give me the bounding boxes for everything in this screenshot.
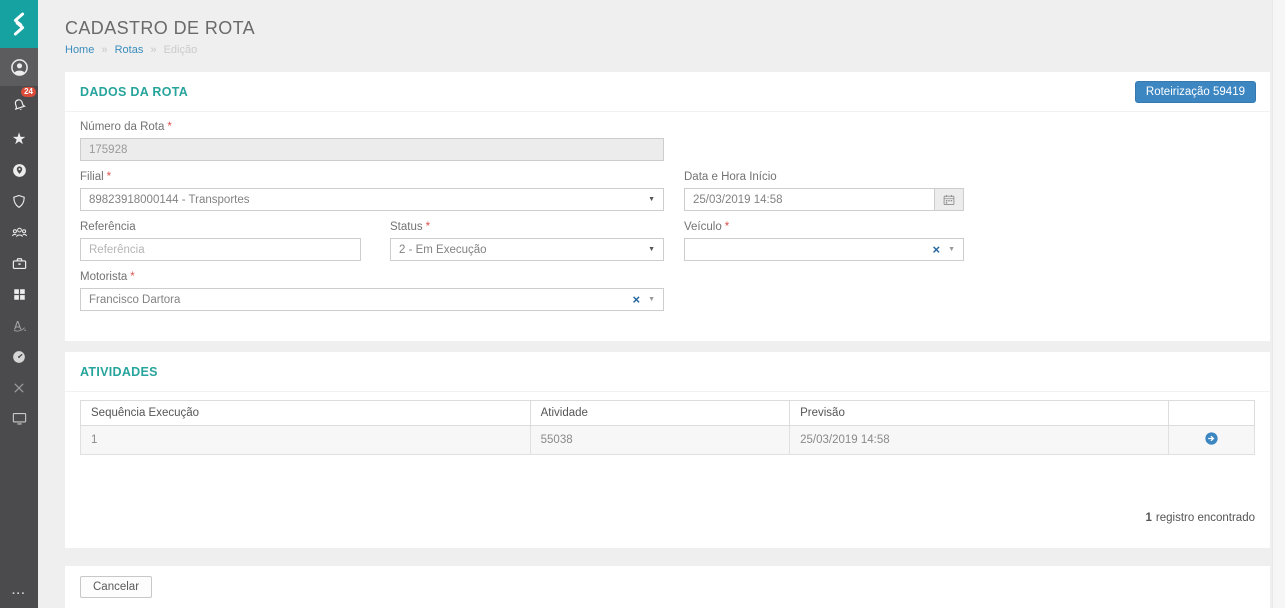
table-header-row: Sequência Execução Atividade Previsão <box>80 400 1255 426</box>
letter-a-icon: A <box>11 317 28 334</box>
page-title: CADASTRO DE ROTA <box>65 18 256 38</box>
panel-title-dados-da-rota: DADOS DA ROTA <box>80 84 189 99</box>
roteirizacao-button[interactable]: Roteirização 59419 <box>1134 81 1256 103</box>
breadcrumb-separator: » <box>150 44 157 56</box>
chevron-down-icon: ▼ <box>948 246 955 253</box>
chevron-down-icon: ▼ <box>648 246 655 253</box>
arrow-circle-right-icon <box>1205 432 1218 445</box>
veiculo-select[interactable]: × ▼ <box>684 238 964 261</box>
field-motorista: Motorista * Francisco Dartora × ▼ <box>80 271 664 311</box>
breadcrumb-home[interactable]: Home <box>65 44 94 56</box>
breadcrumb-separator: » <box>101 44 108 56</box>
sidebar-item-favorites[interactable]: ★ <box>0 124 38 155</box>
field-filial: Filial * 89823918000144 - Transportes ▼ <box>80 171 664 211</box>
column-previsao: Previsão <box>789 400 1170 426</box>
panel-title-atividades: ATIVIDADES <box>80 364 158 379</box>
field-referencia: Referência <box>80 221 361 261</box>
sidebar-item-notifications[interactable]: 24 <box>0 86 38 124</box>
clear-icon[interactable]: × <box>632 293 640 306</box>
chevron-down-icon: ▼ <box>648 296 655 303</box>
clear-icon[interactable]: × <box>932 243 940 256</box>
bell-icon <box>8 94 29 115</box>
sidebar-item-monitor[interactable] <box>0 403 38 434</box>
user-icon <box>10 58 29 77</box>
column-actions <box>1168 400 1255 426</box>
field-veiculo: Veículo * × ▼ <box>684 221 964 261</box>
filial-select[interactable]: 89823918000144 - Transportes ▼ <box>80 188 664 211</box>
cell-previsao: 25/03/2019 14:58 <box>789 425 1170 455</box>
shield-icon <box>11 193 27 210</box>
footer-bar: Cancelar <box>65 566 1270 608</box>
open-activity-button[interactable] <box>1204 431 1219 446</box>
calendar-icon <box>942 193 956 207</box>
filial-label: Filial * <box>80 171 112 183</box>
cell-atividade: 55038 <box>529 425 791 455</box>
sidebar-item-user[interactable] <box>0 48 38 86</box>
sidebar: 24 ★ A ··· <box>0 0 38 608</box>
numero-rota-input <box>80 138 664 161</box>
motorista-label: Motorista * <box>80 271 135 283</box>
sidebar-item-dashboard[interactable] <box>0 341 38 372</box>
star-icon: ★ <box>11 130 27 148</box>
grid-icon <box>12 287 27 302</box>
referencia-label: Referência <box>80 221 136 233</box>
users-group-icon <box>10 224 29 241</box>
scrollbar-track[interactable] <box>1272 0 1285 608</box>
numero-rota-label: Número da Rota * <box>80 121 172 133</box>
app-logo[interactable] <box>0 0 38 48</box>
speedometer-icon <box>11 349 27 365</box>
notification-badge: 24 <box>21 87 36 97</box>
monitor-icon <box>11 410 28 427</box>
breadcrumb-rotas[interactable]: Rotas <box>115 44 144 56</box>
logo-s-icon <box>9 11 29 37</box>
sidebar-item-map[interactable] <box>0 155 38 186</box>
x-icon <box>12 381 26 395</box>
column-sequencia: Sequência Execução <box>80 400 531 426</box>
data-hora-inicio-label: Data e Hora Início <box>684 171 777 183</box>
sidebar-more-button[interactable]: ··· <box>0 588 38 600</box>
activities-table: Sequência Execução Atividade Previsão 1 … <box>80 400 1255 455</box>
cancel-button[interactable]: Cancelar <box>80 576 153 598</box>
sidebar-item-security[interactable] <box>0 186 38 217</box>
cell-sequencia: 1 <box>80 425 531 455</box>
data-hora-inicio-input[interactable] <box>684 188 934 211</box>
field-data-hora-inicio: Data e Hora Início <box>684 171 964 211</box>
status-label: Status * <box>390 221 431 233</box>
veiculo-label: Veículo * <box>684 221 730 233</box>
sidebar-item-apps[interactable] <box>0 279 38 310</box>
status-select[interactable]: 2 - Em Execução ▼ <box>390 238 664 261</box>
motorista-select[interactable]: Francisco Dartora × ▼ <box>80 288 664 311</box>
field-status: Status * 2 - Em Execução ▼ <box>390 221 664 261</box>
breadcrumb-current: Edição <box>163 44 198 56</box>
column-atividade: Atividade <box>529 400 791 426</box>
field-numero-rota: Número da Rota * <box>80 121 664 161</box>
activities-panel: ATIVIDADES Sequência Execução Atividade … <box>65 352 1270 548</box>
globe-marker-icon <box>11 162 28 179</box>
briefcase-icon <box>11 255 28 272</box>
sidebar-item-briefcase[interactable] <box>0 248 38 279</box>
sidebar-item-team[interactable] <box>0 217 38 248</box>
referencia-input[interactable] <box>80 238 361 261</box>
route-data-panel: DADOS DA ROTA Roteirização 59419 Número … <box>65 72 1270 341</box>
sidebar-item-x[interactable] <box>0 372 38 403</box>
table-row: 1 55038 25/03/2019 14:58 <box>80 425 1255 455</box>
calendar-addon[interactable] <box>934 188 964 211</box>
breadcrumb: Home » Rotas » Edição <box>65 44 255 56</box>
chevron-down-icon: ▼ <box>648 196 655 203</box>
records-count: 1 registro encontrado <box>1145 512 1256 524</box>
sidebar-item-signature[interactable]: A <box>0 310 38 341</box>
